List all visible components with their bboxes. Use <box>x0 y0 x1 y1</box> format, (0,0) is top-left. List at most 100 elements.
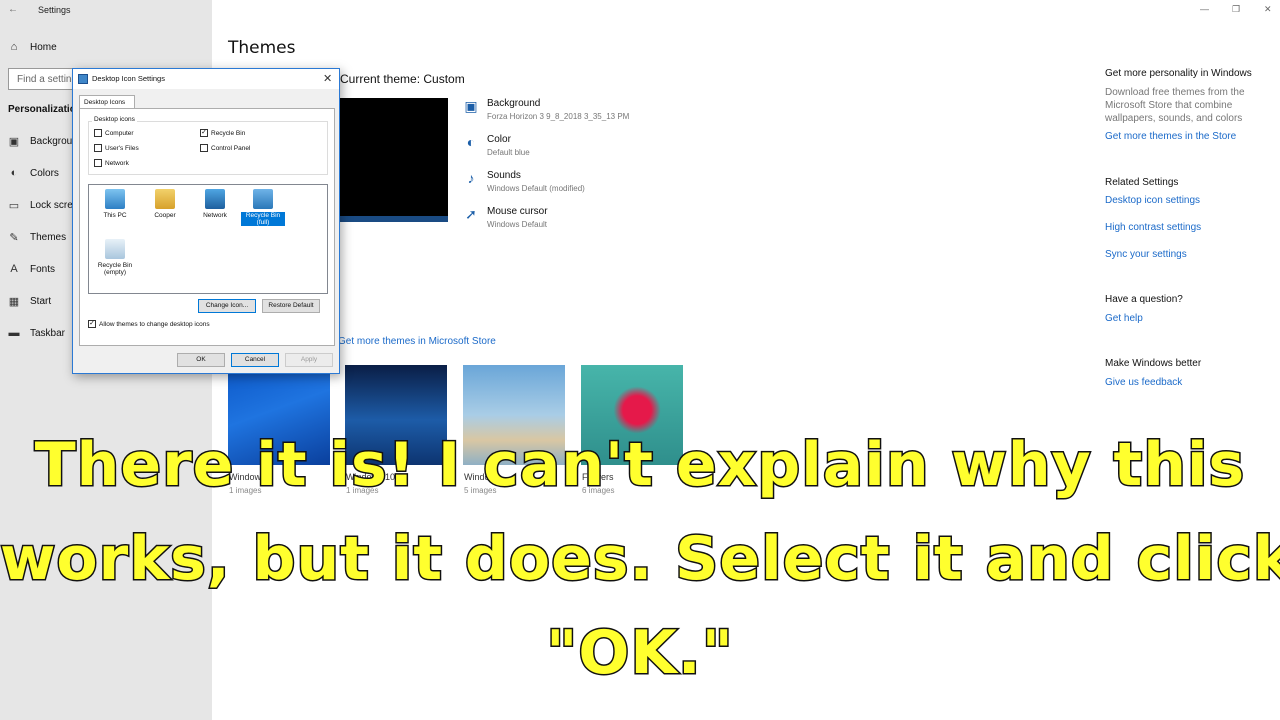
personality-heading: Get more personality in Windows <box>1105 68 1252 79</box>
app-title: Settings <box>38 5 71 15</box>
nav-home[interactable]: ⌂ Home <box>8 38 57 56</box>
background-label: Background <box>487 98 541 109</box>
nav-fonts-label: Fonts <box>30 263 56 275</box>
icon-item-recycle-bin-empty[interactable]: Recycle Bin (empty) <box>93 239 137 276</box>
background-setting[interactable]: ▣ Background Forza Horizon 3 9_8_2018 3_… <box>462 98 722 132</box>
checkbox-computer[interactable]: Computer <box>94 129 134 137</box>
home-icon: ⌂ <box>10 41 18 53</box>
sync-settings-link[interactable]: Sync your settings <box>1105 249 1187 260</box>
sounds-value: Windows Default (modified) <box>487 184 585 193</box>
group-title: Desktop icons <box>92 116 137 123</box>
icon-label: This PC <box>103 212 127 219</box>
page-title: Themes <box>228 38 296 58</box>
checkbox-label: Allow themes to change desktop icons <box>99 320 210 328</box>
icon-label: Cooper <box>154 212 176 219</box>
color-setting[interactable]: ◐ Color Default blue <box>462 134 722 168</box>
apply-button[interactable]: Apply <box>285 353 333 367</box>
icon-label: Recycle Bin (full) <box>241 212 285 226</box>
color-value: Default blue <box>487 148 530 157</box>
section-heading: Personalization <box>8 104 82 115</box>
checkbox-control-panel[interactable]: Control Panel <box>200 144 250 152</box>
store-themes-link[interactable]: Get more themes in Microsoft Store <box>338 336 496 347</box>
title-bar: ← Settings <box>0 0 212 22</box>
search-placeholder: Find a setting <box>17 74 78 85</box>
icon-label: Network <box>203 212 227 219</box>
dialog-panel: Desktop icons Computer ✓ Recycle Bin Use… <box>79 108 335 346</box>
checkbox-label: Recycle Bin <box>211 129 246 137</box>
question-heading: Have a question? <box>1105 294 1183 305</box>
give-feedback-link[interactable]: Give us feedback <box>1105 377 1182 388</box>
checkbox-label: User's Files <box>105 144 139 152</box>
video-caption: There it is! I can't explain why this wo… <box>0 418 1280 700</box>
background-value: Forza Horizon 3 9_8_2018 3_35_13 PM <box>487 112 630 121</box>
nav-taskbar[interactable]: ▬ Taskbar <box>8 324 66 342</box>
feedback-heading: Make Windows better <box>1105 358 1202 369</box>
start-grid-icon: ▦ <box>8 295 20 308</box>
change-icon-button[interactable]: Change Icon... <box>198 299 256 313</box>
mouse-cursor-setting[interactable]: ➚ Mouse cursor Windows Default <box>462 206 722 240</box>
nav-taskbar-label: Taskbar <box>30 327 66 339</box>
ok-button[interactable]: OK <box>177 353 225 367</box>
this-pc-icon <box>105 189 125 209</box>
nav-fonts[interactable]: A Fonts <box>8 260 55 278</box>
icon-label: Recycle Bin (empty) <box>97 262 133 276</box>
dialog-title-bar[interactable]: Desktop Icon Settings ✕ <box>73 69 339 89</box>
palette-icon: ◐ <box>466 134 476 150</box>
sounds-setting[interactable]: ♪ Sounds Windows Default (modified) <box>462 170 722 204</box>
nav-home-label: Home <box>30 41 57 53</box>
checkbox-network[interactable]: Network <box>94 159 129 167</box>
cancel-button[interactable]: Cancel <box>231 353 279 367</box>
caption-line: There it is! I can't explain why this <box>33 429 1246 502</box>
desktop-icon-settings-dialog: Desktop Icon Settings ✕ Desktop Icons De… <box>72 68 340 374</box>
checkbox-label: Computer <box>105 129 134 137</box>
theme-preview <box>338 98 448 222</box>
picture-icon: ▣ <box>464 98 478 114</box>
get-more-themes-link[interactable]: Get more themes in the Store <box>1105 131 1236 142</box>
related-settings-heading: Related Settings <box>1105 177 1179 188</box>
nav-themes[interactable]: ✎ Themes <box>8 228 66 246</box>
high-contrast-settings-link[interactable]: High contrast settings <box>1105 222 1201 233</box>
dialog-close-icon[interactable]: ✕ <box>323 72 332 85</box>
font-icon: A <box>10 263 18 275</box>
dialog-title: Desktop Icon Settings <box>92 74 165 83</box>
maximize-button[interactable]: ❐ <box>1232 4 1240 15</box>
current-theme-heading: Current theme: Custom <box>340 72 465 86</box>
caption-line: "OK." <box>545 617 735 690</box>
restore-default-button[interactable]: Restore Default <box>262 299 320 313</box>
nav-colors[interactable]: ◐ Colors <box>8 164 59 182</box>
tab-desktop-icons[interactable]: Desktop Icons <box>79 95 135 109</box>
icon-item-network[interactable]: Network <box>193 189 237 219</box>
user-folder-icon <box>155 189 175 209</box>
get-help-link[interactable]: Get help <box>1105 313 1143 324</box>
checkbox-box <box>94 159 102 167</box>
speaker-icon: ♪ <box>467 170 475 186</box>
nav-start-label: Start <box>30 295 52 307</box>
checkbox-users-files[interactable]: User's Files <box>94 144 139 152</box>
nav-themes-label: Themes <box>30 231 67 243</box>
minimize-button[interactable]: — <box>1200 4 1209 14</box>
checkbox-recycle-bin[interactable]: ✓ Recycle Bin <box>200 129 245 137</box>
back-arrow-icon[interactable]: ← <box>8 4 18 15</box>
mouse-cursor-label: Mouse cursor <box>487 206 548 217</box>
taskbar-icon: ▬ <box>8 327 20 339</box>
color-label: Color <box>487 134 511 145</box>
checkbox-box <box>94 144 102 152</box>
nav-colors-label: Colors <box>30 167 59 179</box>
close-button[interactable]: ✕ <box>1264 4 1272 15</box>
recycle-bin-full-icon <box>253 189 273 209</box>
checkbox-box <box>200 144 208 152</box>
desktop-icon-settings-link[interactable]: Desktop icon settings <box>1105 195 1200 206</box>
desktop-icon <box>78 74 88 84</box>
icon-item-cooper[interactable]: Cooper <box>143 189 187 219</box>
palette-icon: ◐ <box>10 167 18 179</box>
checkbox-label: Network <box>105 159 129 167</box>
check-icon: ✓ <box>88 320 96 328</box>
desktop-icon-list: This PC Cooper Network Recycle Bin (full… <box>88 184 328 294</box>
mouse-cursor-value: Windows Default <box>487 220 548 229</box>
nav-start[interactable]: ▦ Start <box>8 292 51 310</box>
picture-icon: ▣ <box>8 135 20 148</box>
icon-item-this-pc[interactable]: This PC <box>93 189 137 219</box>
icon-item-recycle-bin-full[interactable]: Recycle Bin (full) <box>241 189 285 226</box>
allow-themes-checkbox[interactable]: ✓ Allow themes to change desktop icons <box>88 320 210 328</box>
check-icon: ✓ <box>200 129 208 137</box>
